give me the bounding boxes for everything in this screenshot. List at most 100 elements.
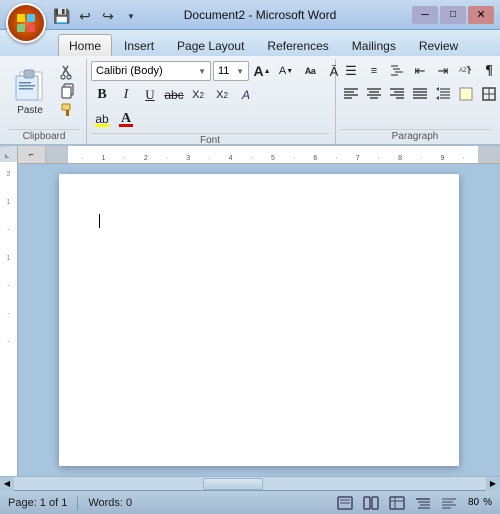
- close-button[interactable]: ✕: [468, 6, 494, 24]
- tab-review[interactable]: Review: [408, 34, 469, 56]
- font-name-selector[interactable]: Calibri (Body) ▼: [91, 61, 211, 81]
- show-hide-button[interactable]: ¶: [478, 61, 500, 81]
- outline-view-button[interactable]: [412, 494, 434, 512]
- v-ruler-mark: 1: [7, 252, 11, 266]
- horizontal-scrollbar[interactable]: ◀ ▶: [0, 476, 500, 490]
- scroll-right-button[interactable]: ▶: [486, 477, 500, 491]
- shading-button[interactable]: [455, 84, 477, 104]
- align-center-button[interactable]: [363, 84, 385, 104]
- borders-button[interactable]: [478, 84, 500, 104]
- superscript-button[interactable]: X2: [211, 85, 233, 105]
- zoom-level: 80: [468, 497, 479, 508]
- font-size-dropdown-icon: ▼: [236, 67, 244, 76]
- draft-view-button[interactable]: [438, 494, 460, 512]
- sort-button[interactable]: AZ: [455, 61, 477, 81]
- text-highlight-button[interactable]: ab: [91, 109, 113, 129]
- v-ruler-mark: -: [7, 280, 9, 294]
- list-buttons-row: ☰ ≡ ⇤ ⇥ AZ: [340, 61, 500, 81]
- clipboard-small-buttons: [56, 63, 80, 119]
- v-ruler-mark: 2: [7, 168, 11, 182]
- ruler-margin-left: [46, 146, 68, 163]
- ruler-margin-right: [478, 146, 500, 163]
- tab-mailings[interactable]: Mailings: [341, 34, 407, 56]
- bold-button[interactable]: B: [91, 85, 113, 105]
- tab-references[interactable]: References: [256, 34, 339, 56]
- ruler-track: · 1 · 2 · 3 · 4 · 5 · 6 · 7 ·: [46, 146, 500, 164]
- cut-button[interactable]: [56, 63, 80, 81]
- italic-button[interactable]: I: [115, 85, 137, 105]
- bullets-button[interactable]: ☰: [340, 61, 362, 81]
- v-ruler-mark: -: [7, 224, 9, 238]
- word-count: Words: 0: [88, 497, 132, 509]
- font-group: Calibri (Body) ▼ 11 ▼ A▲ A▼ Aa Ā B I U a…: [87, 59, 336, 144]
- font-formatting-row: B I U abc X2 X2 A: [91, 85, 345, 105]
- minimize-button[interactable]: ─: [412, 6, 438, 24]
- line-spacing-button[interactable]: [432, 84, 454, 104]
- text-effects-button[interactable]: A: [235, 85, 257, 105]
- ribbon: Paste: [0, 56, 500, 146]
- office-button[interactable]: [6, 3, 46, 43]
- paste-button[interactable]: Paste: [8, 61, 52, 118]
- tab-insert[interactable]: Insert: [113, 34, 165, 56]
- clipboard-group: Paste: [4, 59, 87, 144]
- redo-button[interactable]: ↪: [98, 7, 118, 25]
- scroll-thumb[interactable]: [203, 478, 263, 490]
- status-separator: [77, 496, 78, 510]
- underline-button[interactable]: U: [139, 85, 161, 105]
- alignment-row: [340, 84, 500, 104]
- decrease-indent-button[interactable]: ⇤: [409, 61, 431, 81]
- shrink-font-button[interactable]: A▼: [275, 61, 297, 81]
- change-case-button[interactable]: Aa: [299, 61, 321, 81]
- ruler-corner: ⊾: [0, 148, 17, 162]
- document-content[interactable]: [99, 214, 419, 232]
- web-layout-button[interactable]: [386, 494, 408, 512]
- v-ruler-mark: 1: [7, 196, 11, 210]
- document-page[interactable]: [59, 174, 459, 466]
- align-right-button[interactable]: [386, 84, 408, 104]
- ribbon-tabs: Home Insert Page Layout References Maili…: [0, 30, 500, 56]
- font-name-value: Calibri (Body): [96, 65, 163, 77]
- font-color-button[interactable]: A: [115, 109, 137, 129]
- font-selector-row: Calibri (Body) ▼ 11 ▼ A▲ A▼ Aa Ā: [91, 61, 345, 81]
- vertical-ruler: ⊾ 2 1 - 1 - - -: [0, 146, 18, 476]
- scroll-track[interactable]: [14, 477, 486, 490]
- document-area: [18, 164, 500, 476]
- vertical-ruler-white: 2 1 - 1 - - -: [0, 162, 17, 476]
- subscript-button[interactable]: X2: [187, 85, 209, 105]
- v-ruler-mark: -: [7, 308, 9, 322]
- multilevel-list-button[interactable]: [386, 61, 408, 81]
- font-name-dropdown-icon: ▼: [198, 67, 206, 76]
- quick-access-toolbar: 💾 ↩ ↪ ▼: [52, 7, 141, 25]
- clipboard-label: Clipboard: [8, 129, 80, 142]
- font-size-selector[interactable]: 11 ▼: [213, 61, 249, 81]
- status-right-section: 80 %: [334, 494, 492, 512]
- numbering-button[interactable]: ≡: [363, 61, 385, 81]
- grow-font-button[interactable]: A▲: [251, 61, 273, 81]
- font-color-row: ab A: [91, 109, 345, 129]
- increase-indent-button[interactable]: ⇥: [432, 61, 454, 81]
- quick-access-dropdown[interactable]: ▼: [121, 7, 141, 25]
- tab-page-layout[interactable]: Page Layout: [166, 34, 255, 56]
- strikethrough-button[interactable]: abc: [163, 85, 185, 105]
- save-button[interactable]: 💾: [52, 7, 72, 25]
- ruler-tab-selector[interactable]: ⌐: [18, 146, 46, 164]
- v-ruler-mark: -: [7, 336, 9, 350]
- align-left-button[interactable]: [340, 84, 362, 104]
- scroll-left-button[interactable]: ◀: [0, 477, 14, 491]
- justify-button[interactable]: [409, 84, 431, 104]
- full-screen-button[interactable]: [360, 494, 382, 512]
- paragraph-group: ☰ ≡ ⇤ ⇥ AZ: [336, 59, 496, 144]
- print-layout-button[interactable]: [334, 494, 356, 512]
- svg-text:AZ: AZ: [459, 68, 467, 74]
- page-status: Page: 1 of 1: [8, 497, 67, 509]
- format-painter-button[interactable]: [56, 101, 80, 119]
- status-bar: Page: 1 of 1 Words: 0: [0, 490, 500, 514]
- maximize-button[interactable]: □: [440, 6, 466, 24]
- tab-home[interactable]: Home: [58, 34, 112, 56]
- paste-label: Paste: [17, 105, 43, 116]
- copy-button[interactable]: [56, 82, 80, 100]
- font-label: Font: [91, 133, 329, 146]
- svg-text:⊾: ⊾: [4, 153, 10, 160]
- text-cursor: [99, 214, 100, 228]
- undo-button[interactable]: ↩: [75, 7, 95, 25]
